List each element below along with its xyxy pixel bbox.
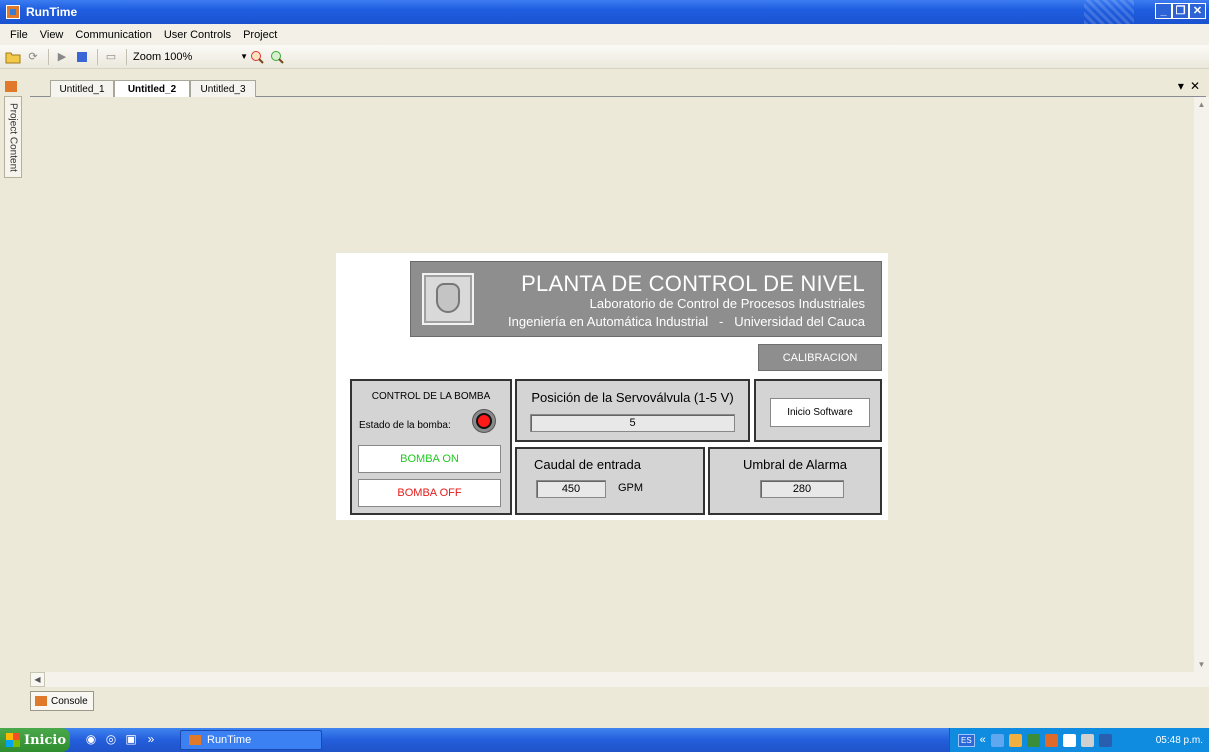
project-icon [5, 81, 17, 92]
umbral-box: Umbral de Alarma 280 [708, 447, 882, 515]
header-line3: Ingeniería en Automática Industrial - Un… [508, 314, 865, 329]
clock: 05:48 p.m. [1155, 734, 1203, 746]
restore-button[interactable]: ❐ [1172, 3, 1189, 19]
toolbar-separator [126, 48, 127, 65]
refresh-icon[interactable]: ⟳ [24, 48, 42, 66]
app-icon [6, 5, 20, 19]
toolbar-separator [48, 48, 49, 65]
tray-expand-icon[interactable]: « [980, 734, 986, 746]
vertical-scrollbar[interactable]: ▲ ▼ [1194, 97, 1209, 672]
menu-file[interactable]: File [4, 29, 34, 41]
scroll-up-icon[interactable]: ▲ [1194, 97, 1209, 112]
bomba-on-button[interactable]: BOMBA ON [358, 445, 501, 473]
close-button[interactable]: ✕ [1189, 3, 1206, 19]
menu-communication[interactable]: Communication [69, 29, 157, 41]
side-tab-project-content[interactable]: Project Content [4, 96, 22, 178]
toolbar-separator [97, 48, 98, 65]
quick-launch: ◉ ◎ ▣ » [84, 732, 158, 746]
led-light [476, 413, 492, 429]
start-label: Inicio [24, 732, 66, 748]
system-tray: ES « 05:48 p.m. [949, 728, 1209, 752]
runtime-app-icon [189, 735, 201, 745]
horizontal-scrollbar[interactable]: ◀ [30, 672, 1194, 687]
taskbar: Inicio ◉ ◎ ▣ » RunTime ES « 05:48 p.m. [0, 728, 1209, 752]
window-title: RunTime [26, 5, 78, 19]
university-crest-logo [422, 273, 474, 325]
menu-user-controls[interactable]: User Controls [158, 29, 237, 41]
open-folder-icon[interactable] [4, 48, 22, 66]
bottom-tabs: Console [0, 687, 1209, 724]
tab-menu-chevron-icon[interactable]: ▾ [1178, 79, 1184, 93]
caudal-box: Caudal de entrada 450 GPM [515, 447, 705, 515]
caudal-unit: GPM [618, 482, 644, 494]
stop-icon[interactable] [73, 48, 91, 66]
bomba-status-led-icon [472, 409, 496, 433]
users-icon[interactable] [1008, 733, 1022, 747]
zoom-in-icon[interactable] [268, 48, 286, 66]
language-indicator[interactable]: ES [958, 733, 975, 747]
taskbar-item-runtime[interactable]: RunTime [180, 730, 322, 750]
media-icon[interactable]: ◎ [104, 732, 118, 746]
crest-shield [436, 283, 460, 313]
browser-icon[interactable]: ◉ [84, 732, 98, 746]
menu-bar: File View Communication User Controls Pr… [0, 24, 1209, 45]
toolbar: ⟳ ▶ ▭ Zoom 100% ▼ [0, 45, 1209, 69]
start-button[interactable]: Inicio [0, 728, 70, 752]
inicio-box: Inicio Software [754, 379, 882, 442]
calibracion-button[interactable]: CALIBRACION [758, 344, 882, 371]
menu-view[interactable]: View [34, 29, 70, 41]
bomba-control-box: CONTROL DE LA BOMBA Estado de la bomba: … [350, 379, 512, 515]
servovalvula-field[interactable]: 5 [530, 414, 735, 432]
security-icon[interactable] [1026, 733, 1040, 747]
zoom-label: Zoom 100% [133, 50, 193, 63]
tab-controls: ▾ ✕ [1178, 79, 1200, 93]
minimize-button[interactable]: _ [1155, 3, 1172, 19]
umbral-field[interactable]: 280 [760, 480, 844, 498]
window-controls: _ ❐ ✕ [1155, 3, 1206, 19]
desktop-icon[interactable]: ▣ [124, 732, 138, 746]
app-tray-icon[interactable] [1044, 733, 1058, 747]
header-title: PLANTA DE CONTROL DE NIVEL [521, 271, 865, 296]
servovalvula-title: Posición de la Servoválvula (1-5 V) [531, 390, 734, 405]
bomba-title: CONTROL DE LA BOMBA [371, 391, 491, 402]
phone-icon[interactable] [1098, 733, 1112, 747]
zoom-out-icon[interactable] [248, 48, 266, 66]
chevron-down-icon: ▼ [240, 52, 248, 61]
scroll-left-icon[interactable]: ◀ [30, 672, 45, 687]
settings-icon[interactable] [1080, 733, 1094, 747]
close-tab-icon[interactable]: ✕ [1190, 79, 1200, 93]
console-label: Console [51, 695, 88, 707]
mail-icon[interactable] [1062, 733, 1076, 747]
network-icon[interactable] [990, 733, 1004, 747]
bomba-estado-label: Estado de la bomba: [359, 420, 451, 431]
tab-console[interactable]: Console [30, 691, 94, 711]
bomba-off-button[interactable]: BOMBA OFF [358, 479, 501, 507]
hmi-panel: PLANTA DE CONTROL DE NIVEL Laboratorio d… [336, 253, 888, 520]
servovalvula-box: Posición de la Servoválvula (1-5 V) 5 [515, 379, 750, 442]
more-icon[interactable]: » [144, 732, 158, 746]
umbral-title: Umbral de Alarma [742, 457, 848, 472]
tab-untitled-3[interactable]: Untitled_3 [190, 80, 256, 97]
document-tabs: Untitled_1 Untitled_2 Untitled_3 ▾ ✕ [30, 78, 1206, 98]
side-panel: Project Content [0, 78, 26, 678]
title-bar-pattern [1084, 0, 1134, 24]
scroll-corner [1194, 672, 1209, 687]
play-icon[interactable]: ▶ [53, 48, 71, 66]
title-bar: RunTime _ ❐ ✕ [0, 0, 1209, 24]
windows-flag-icon [6, 733, 20, 747]
scroll-down-icon[interactable]: ▼ [1194, 657, 1209, 672]
panel-header: PLANTA DE CONTROL DE NIVEL Laboratorio d… [410, 261, 882, 337]
tab-untitled-1[interactable]: Untitled_1 [50, 80, 114, 97]
menu-project[interactable]: Project [237, 29, 283, 41]
console-icon [35, 696, 47, 706]
caudal-field[interactable]: 450 [536, 480, 606, 498]
header-subtitle: Laboratorio de Control de Procesos Indus… [589, 296, 865, 311]
inicio-software-button[interactable]: Inicio Software [770, 398, 870, 427]
task-label: RunTime [207, 734, 252, 746]
comment-icon[interactable]: ▭ [102, 48, 120, 66]
tab-untitled-2[interactable]: Untitled_2 [114, 80, 190, 98]
caudal-title: Caudal de entrada [534, 457, 641, 472]
zoom-select[interactable]: Zoom 100% ▼ [133, 51, 248, 63]
